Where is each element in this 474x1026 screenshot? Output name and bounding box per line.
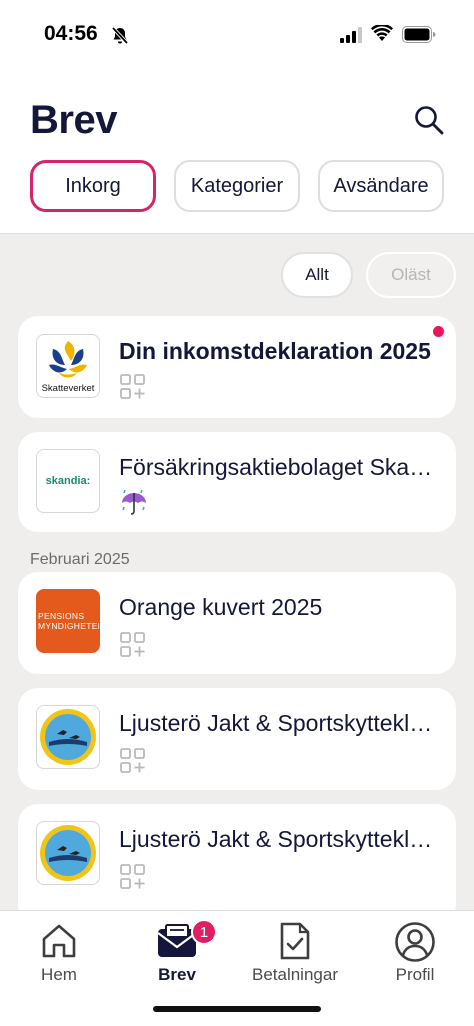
sender-logo-ljustero bbox=[36, 821, 100, 885]
status-bar: 04:56 bbox=[0, 0, 474, 70]
message-card[interactable]: PENSIONS MYNDIGHETEN Orange kuvert 2025 bbox=[18, 572, 456, 674]
message-card[interactable]: Ljusterö Jakt & Sportskytteklubb bbox=[18, 688, 456, 790]
header: Brev Inkorg Kategorier Avsändare bbox=[0, 70, 474, 233]
message-title: Ljusterö Jakt & Sportskytteklubb bbox=[119, 826, 441, 852]
add-category-icon[interactable] bbox=[120, 374, 146, 400]
filter-all-button[interactable]: Allt bbox=[281, 252, 353, 298]
ljustero-club-logo bbox=[40, 825, 96, 881]
skatteverket-logo-text: Skatteverket bbox=[42, 383, 95, 394]
nav-item-profil[interactable]: Profil bbox=[356, 911, 474, 1001]
add-category-icon[interactable] bbox=[120, 748, 146, 774]
sender-logo-skatteverket: Skatteverket bbox=[36, 334, 100, 398]
nav-item-brev[interactable]: 1 Brev bbox=[118, 911, 236, 1001]
wifi-icon bbox=[371, 25, 393, 41]
sender-logo-skandia: skandia: bbox=[36, 449, 100, 513]
battery-icon bbox=[402, 26, 436, 43]
unread-indicator bbox=[433, 326, 444, 337]
search-icon[interactable] bbox=[412, 103, 446, 137]
message-title: Ljusterö Jakt & Sportskytteklubb bbox=[119, 710, 441, 736]
message-title: Försäkringsaktiebolaget Skandia bbox=[119, 454, 441, 480]
message-card[interactable]: Skatteverket Din inkomstdeklaration 2025 bbox=[18, 316, 456, 418]
filter-unread-button[interactable]: Oläst bbox=[366, 252, 456, 298]
unread-count-badge: 1 bbox=[191, 919, 217, 945]
pensionsmyndigheten-logo-text: PENSIONS MYNDIGHETEN bbox=[38, 611, 100, 631]
sender-logo-ljustero bbox=[36, 705, 100, 769]
message-card[interactable]: Ljusterö Jakt & Sportskytteklubb bbox=[18, 804, 456, 910]
home-indicator bbox=[153, 1006, 321, 1012]
message-list[interactable]: Allt Oläst Skatteverket Din inkomstdekla… bbox=[0, 233, 474, 910]
home-icon bbox=[42, 924, 76, 958]
skandia-logo-text: skandia: bbox=[45, 475, 91, 487]
message-card[interactable]: skandia: Försäkringsaktiebolaget Skandia bbox=[18, 432, 456, 532]
bell-muted-icon bbox=[111, 26, 129, 45]
skatteverket-logo: Skatteverket bbox=[42, 341, 95, 394]
nav-label: Betalningar bbox=[251, 965, 338, 984]
nav-label: Brev bbox=[158, 965, 196, 984]
nav-label: Profil bbox=[395, 965, 435, 984]
ljustero-club-logo bbox=[40, 709, 96, 765]
status-time: 04:56 bbox=[44, 22, 98, 45]
add-category-icon[interactable] bbox=[120, 864, 146, 890]
tab-kategorier[interactable]: Kategorier bbox=[174, 160, 300, 212]
nav-item-hem[interactable]: Hem bbox=[0, 911, 118, 1001]
add-category-icon[interactable] bbox=[120, 632, 146, 658]
message-title: Din inkomstdeklaration 2025 bbox=[119, 338, 431, 364]
page-title: Brev bbox=[30, 98, 117, 142]
profile-icon bbox=[395, 922, 435, 962]
section-date-label: Februari 2025 bbox=[30, 551, 130, 568]
cellular-signal-icon bbox=[340, 27, 362, 43]
tab-avsandare[interactable]: Avsändare bbox=[318, 160, 444, 212]
message-title: Orange kuvert 2025 bbox=[119, 594, 323, 620]
sender-logo-pensionsmyndigheten: PENSIONS MYNDIGHETEN bbox=[36, 589, 100, 653]
umbrella-rain-icon bbox=[122, 489, 146, 515]
nav-label: Hem bbox=[41, 965, 77, 984]
nav-item-betalningar[interactable]: Betalningar bbox=[236, 911, 354, 1001]
tab-inkorg[interactable]: Inkorg bbox=[30, 160, 156, 212]
invoice-check-icon bbox=[280, 922, 310, 960]
